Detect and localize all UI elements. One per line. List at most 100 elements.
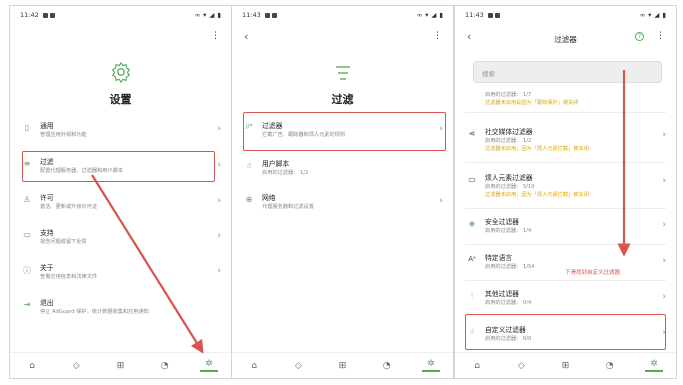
status-bar: 11:43 ∞ ▾ ◢ ▮ xyxy=(232,6,453,24)
status-time: 11:43 xyxy=(465,11,484,19)
filtering-item-userscripts[interactable]: ☝ 用户脚本 启用的过滤器： 1/2 xyxy=(242,160,443,177)
home-icon[interactable]: ⌂ xyxy=(245,361,263,371)
sliders-icon: ⫶ xyxy=(471,291,473,300)
chat-icon: ▭ xyxy=(23,230,31,239)
language-icon: Aᵃ xyxy=(468,255,476,263)
item-subtitle: 启用的过滤器： 1/2 xyxy=(262,170,309,176)
notification-icon xyxy=(49,12,55,18)
bottom-nav: ⌂ ◇ ⊞ ◔ ✲ xyxy=(232,352,453,378)
apps-grid-icon[interactable]: ⊞ xyxy=(333,361,351,371)
item-title: 社交媒体过滤器 xyxy=(485,128,533,136)
gear-icon[interactable]: ✲ xyxy=(421,359,440,372)
divider xyxy=(465,280,666,281)
chevron-right-icon: › xyxy=(217,124,221,134)
item-warning: 过滤器未启用，因为「烦人元素拦截」被关闭 xyxy=(485,192,589,198)
apps-grid-icon[interactable]: ⊞ xyxy=(556,361,574,371)
more-menu-icon[interactable]: ⋮ xyxy=(433,31,442,41)
filtering-item-network[interactable]: ⊕ 网络代理服务器和过滤设置 › xyxy=(242,194,443,211)
signal-icon: ◢ xyxy=(431,11,437,19)
battery-icon: ▮ xyxy=(662,11,666,19)
chevron-right-icon: › xyxy=(662,256,666,266)
bottom-nav: ⌂ ◇ ⊞ ◔ ✲ xyxy=(10,352,231,378)
status-time: 11:43 xyxy=(242,11,261,19)
item-subtitle: 查看应用信息和法律文件 xyxy=(40,274,98,280)
info-icon: ⓘ xyxy=(23,266,31,275)
item-subtitle: 管理应用外观和功能 xyxy=(40,132,87,138)
highlight-box xyxy=(465,314,666,350)
gear-icon[interactable]: ✲ xyxy=(644,359,663,372)
phone-settings: 11:42 ∞ ▾ ◢ ▮ ⋮ 设置 ▯ 通用 管理应用外观和功能 › ≡ 过滤 配置代理… xyxy=(9,5,232,379)
divider xyxy=(465,208,666,209)
chevron-right-icon: › xyxy=(217,196,221,206)
filter-category-partial[interactable]: 启用的过滤器： 1/7 过滤器未启用是因为「跟踪保护」被关闭 xyxy=(465,91,666,107)
item-subtitle: 报告问题或留下反馈 xyxy=(40,239,87,245)
shield-icon[interactable]: ◇ xyxy=(289,361,307,371)
notification-icon xyxy=(487,12,493,18)
home-icon[interactable]: ⌂ xyxy=(468,361,486,371)
item-title: 网络 xyxy=(262,194,276,202)
item-title: 安全过滤器 xyxy=(485,218,519,226)
bottom-nav: ⌂ ◇ ⊞ ◔ ✲ xyxy=(455,352,676,378)
battery-icon: ▮ xyxy=(439,11,443,19)
item-title: 特定语言 xyxy=(485,254,513,262)
phone-icon: ▯ xyxy=(24,123,30,132)
settings-item-support[interactable]: ▭ 支持 报告问题或留下反馈 › xyxy=(20,229,221,246)
notification-icon xyxy=(42,12,48,18)
screenshot-canvas: 11:42 ∞ ▾ ◢ ▮ ⋮ 设置 ▯ 通用 管理应用外观和功能 › ≡ 过滤 配置代理… xyxy=(0,0,683,385)
globe-icon: ⊕ xyxy=(245,195,253,204)
status-time: 11:42 xyxy=(20,11,39,19)
battery-icon: ▮ xyxy=(217,11,221,19)
highlight-box xyxy=(243,112,446,151)
exit-icon: ⇥ xyxy=(23,300,31,309)
app-bar: ⋮ xyxy=(10,26,231,46)
filter-lines-icon xyxy=(232,64,453,86)
more-menu-icon[interactable]: ⋮ xyxy=(211,31,220,41)
item-subtitle: 启用的过滤器： 1/7 xyxy=(485,92,532,98)
shield-icon[interactable]: ◇ xyxy=(67,361,85,371)
item-title: 通用 xyxy=(40,122,54,130)
item-warning: 过滤器未启用，因为「烦人元素拦截」被关闭 xyxy=(485,146,589,152)
wifi-icon: ▾ xyxy=(425,11,429,19)
stats-icon[interactable]: ◔ xyxy=(156,361,174,371)
script-icon: ☝ xyxy=(246,161,252,170)
page-title: 过滤 xyxy=(331,93,354,106)
status-bar: 11:42 ∞ ▾ ◢ ▮ xyxy=(10,6,231,24)
item-subtitle: 代理服务器和过滤设置 xyxy=(262,204,314,210)
filter-category-social[interactable]: ⋖ 社交媒体过滤器 启用的过滤器： 1/2 过滤器未启用，因为「烦人元素拦截」被关闭… xyxy=(465,128,666,153)
link-icon: ∞ xyxy=(194,11,201,19)
wifi-icon: ▾ xyxy=(203,11,207,19)
settings-item-exit[interactable]: ⇥ 退出 停止 AdGuard 保护，统计数据收集和应用通知 xyxy=(20,299,221,316)
settings-item-license[interactable]: ♙ 许可激活、更新或升级许可证 › xyxy=(20,194,221,211)
filter-category-security[interactable]: ◈ 安全过滤器 启用的过滤器： 1/4 › xyxy=(465,218,666,235)
home-icon[interactable]: ⌂ xyxy=(23,361,41,371)
page-title: 过滤器 xyxy=(554,35,577,44)
item-title: 许可 xyxy=(40,194,54,202)
apps-grid-icon[interactable]: ⊞ xyxy=(111,361,129,371)
item-title: 其他过滤器 xyxy=(485,290,519,298)
filter-category-annoyances[interactable]: ▭ 烦人元素过滤器 启用的过滤器： 5/10 过滤器未启用，因为「烦人元素拦截」被关… xyxy=(465,174,666,199)
item-warning: 过滤器未启用是因为「跟踪保护」被关闭 xyxy=(485,100,579,106)
back-arrow-icon[interactable]: ‹ xyxy=(244,30,248,43)
gear-icon[interactable]: ✲ xyxy=(199,359,218,372)
person-icon: ♙ xyxy=(23,195,31,204)
chevron-right-icon: › xyxy=(662,292,666,302)
settings-item-about[interactable]: ⓘ 关于 查看应用信息和法律文件 › xyxy=(20,264,221,281)
share-icon: ⋖ xyxy=(468,129,476,138)
phone-filters: 11:43 ∞ ▾ ◢ ▮ ‹ ? ⋮ 过滤器 搜索 启用的过滤器： 1/7 过滤器未启用… xyxy=(454,5,677,379)
shield-icon[interactable]: ◇ xyxy=(512,361,530,371)
item-subtitle: 激活、更新或升级许可证 xyxy=(40,204,98,210)
settings-item-general[interactable]: ▯ 通用管理应用外观和功能 › xyxy=(20,122,221,139)
chat-icon: ▭ xyxy=(468,175,476,184)
item-title: 支持 xyxy=(40,229,54,237)
stats-icon[interactable]: ◔ xyxy=(601,361,619,371)
filter-category-other[interactable]: ⫶ 其他过滤器 启用的过滤器： 0/4 › xyxy=(465,290,666,307)
item-title: 烦人元素过滤器 xyxy=(485,174,533,182)
signal-icon: ◢ xyxy=(654,11,660,19)
chevron-right-icon: › xyxy=(217,160,221,170)
item-subtitle: 启用的过滤器： 1/4 xyxy=(485,228,532,234)
stats-icon[interactable]: ◔ xyxy=(378,361,396,371)
highlight-box xyxy=(22,151,215,182)
chevron-right-icon: › xyxy=(439,196,443,206)
item-subtitle: 停止 AdGuard 保护，统计数据收集和应用通知 xyxy=(40,309,149,315)
search-input[interactable]: 搜索 xyxy=(473,61,662,83)
